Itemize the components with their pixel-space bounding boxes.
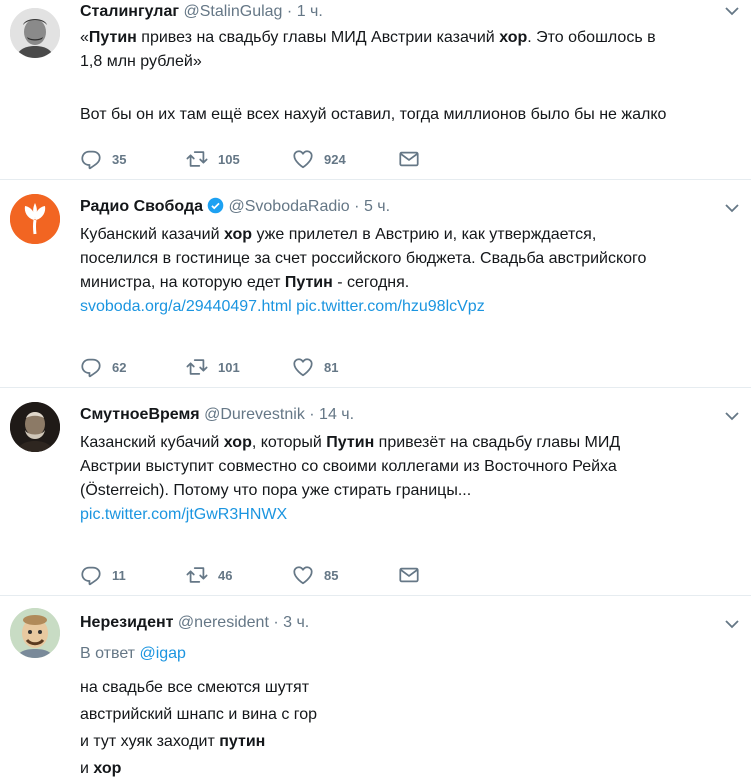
retweet-count: 46: [218, 567, 233, 583]
reply-icon: [80, 148, 102, 170]
separator-dot: ·: [354, 198, 360, 215]
display-name[interactable]: Сталингулаг: [80, 3, 179, 20]
display-name[interactable]: Радио Свобода: [80, 198, 203, 215]
media-link[interactable]: pic.twitter.com/jtGwR3HNWX: [80, 506, 287, 523]
envelope-icon: [398, 148, 420, 170]
tweet-neresident[interactable]: Нерезидент @neresident · 3 ч. В ответ @i…: [0, 596, 751, 777]
heart-icon: [292, 356, 314, 378]
tweet-header: Радио Свобода @SvobodaRadio · 5 ч.: [80, 197, 390, 217]
text-line: и тут хуяк заходит путин: [80, 733, 266, 750]
reply-prefix: В ответ: [80, 645, 140, 662]
reply-context: В ответ @igap: [80, 642, 186, 666]
heart-icon: [292, 564, 314, 586]
retweet-icon: [186, 564, 208, 586]
direct-message-button[interactable]: [398, 147, 420, 171]
tweet-text: Казанский кубачий хор, который Путин при…: [80, 431, 620, 527]
user-handle[interactable]: @StalinGulag: [183, 3, 282, 20]
chevron-down-icon[interactable]: [725, 6, 739, 16]
text-line: 1,8 млн рублей»: [80, 53, 202, 70]
separator-dot: ·: [309, 406, 315, 423]
timestamp[interactable]: 3 ч.: [283, 614, 309, 631]
text-line: (Österreich). Потому что пора уже стират…: [80, 482, 472, 499]
reply-button[interactable]: 62: [80, 355, 126, 379]
retweet-count: 101: [218, 359, 240, 375]
avatar[interactable]: [10, 194, 60, 244]
retweet-icon: [186, 148, 208, 170]
text-line: на свадьбе все смеются шутят: [80, 679, 310, 696]
text-line: и хор: [80, 760, 122, 777]
avatar[interactable]: [10, 608, 60, 658]
text-line: pic.twitter.com/jtGwR3HNWX: [80, 503, 620, 527]
like-count: 81: [324, 359, 339, 375]
text-line: австрийский шнапс и вина с гор: [80, 706, 318, 723]
text-line: Кубанский казачий хор уже прилетел в Авс…: [80, 226, 597, 243]
user-handle[interactable]: @SvobodaRadio: [228, 198, 349, 215]
text-line: министра, на которую едет Путин - сегодн…: [80, 274, 410, 291]
tweet-header: Сталингулаг @StalinGulag · 1 ч.: [80, 2, 323, 22]
envelope-icon: [398, 564, 420, 586]
chevron-down-icon[interactable]: [725, 203, 739, 213]
retweet-button[interactable]: 101: [186, 355, 240, 379]
separator-dot: ·: [273, 614, 279, 631]
reply-count: 11: [112, 567, 126, 583]
avatar[interactable]: [10, 402, 60, 452]
like-button[interactable]: 85: [292, 563, 338, 587]
user-handle[interactable]: @neresident: [178, 614, 269, 631]
verified-badge-icon: [207, 197, 224, 214]
like-button[interactable]: 81: [292, 355, 338, 379]
reply-handle-link[interactable]: @igap: [139, 645, 186, 662]
reply-icon: [80, 564, 102, 586]
reply-button[interactable]: 11: [80, 563, 126, 587]
retweet-count: 105: [218, 151, 240, 167]
heart-icon: [292, 148, 314, 170]
text-line: поселился в гостинице за счет российског…: [80, 250, 647, 267]
timestamp[interactable]: 5 ч.: [364, 198, 390, 215]
display-name[interactable]: Нерезидент: [80, 614, 173, 631]
like-count: 924: [324, 151, 346, 167]
avatar[interactable]: [10, 8, 60, 58]
text-line: Австрии выступит совместно со своими кол…: [80, 458, 617, 475]
tweet-text: на свадьбе все смеются шутят австрийский…: [80, 674, 317, 782]
tweet-svobodaradio[interactable]: Радио Свобода @SvobodaRadio · 5 ч. Кубан…: [0, 180, 751, 388]
timestamp[interactable]: 14 ч.: [319, 406, 354, 423]
reply-count: 62: [112, 359, 127, 375]
chevron-down-icon[interactable]: [725, 619, 739, 629]
tweet-durevestnik[interactable]: СмутноеВремя @Durevestnik · 14 ч. Казанс…: [0, 388, 751, 596]
text-line: svoboda.org/a/29440497.html pic.twitter.…: [80, 295, 646, 319]
direct-message-button[interactable]: [398, 563, 420, 587]
like-count: 85: [324, 567, 339, 583]
separator-dot: ·: [286, 3, 293, 20]
media-link[interactable]: pic.twitter.com/hzu98lcVpz: [296, 298, 485, 315]
article-link[interactable]: svoboda.org/a/29440497.html: [80, 298, 292, 315]
text-line: Казанский кубачий хор, который Путин при…: [80, 434, 621, 451]
tweet-text: Кубанский казачий хор уже прилетел в Авс…: [80, 223, 646, 319]
reply-button[interactable]: 35: [80, 147, 126, 171]
retweet-icon: [186, 356, 208, 378]
text-line: Вот бы он их там ещё всех нахуй оставил,…: [80, 106, 667, 123]
reply-icon: [80, 356, 102, 378]
chevron-down-icon[interactable]: [725, 411, 739, 421]
retweet-button[interactable]: 105: [186, 147, 240, 171]
like-button[interactable]: 924: [292, 147, 346, 171]
retweet-button[interactable]: 46: [186, 563, 232, 587]
reply-count: 35: [112, 151, 127, 167]
tweet-stalingulag[interactable]: Сталингулаг @StalinGulag · 1 ч. «Путин п…: [0, 0, 751, 180]
tweet-text: «Путин привез на свадьбу главы МИД Австр…: [80, 26, 666, 127]
user-handle[interactable]: @Durevestnik: [204, 406, 305, 423]
timestamp[interactable]: 1 ч.: [297, 3, 323, 20]
display-name[interactable]: СмутноеВремя: [80, 406, 200, 423]
tweet-header: Нерезидент @neresident · 3 ч.: [80, 613, 309, 633]
text-line: «Путин привез на свадьбу главы МИД Австр…: [80, 29, 656, 46]
tweet-header: СмутноеВремя @Durevestnik · 14 ч.: [80, 405, 354, 425]
